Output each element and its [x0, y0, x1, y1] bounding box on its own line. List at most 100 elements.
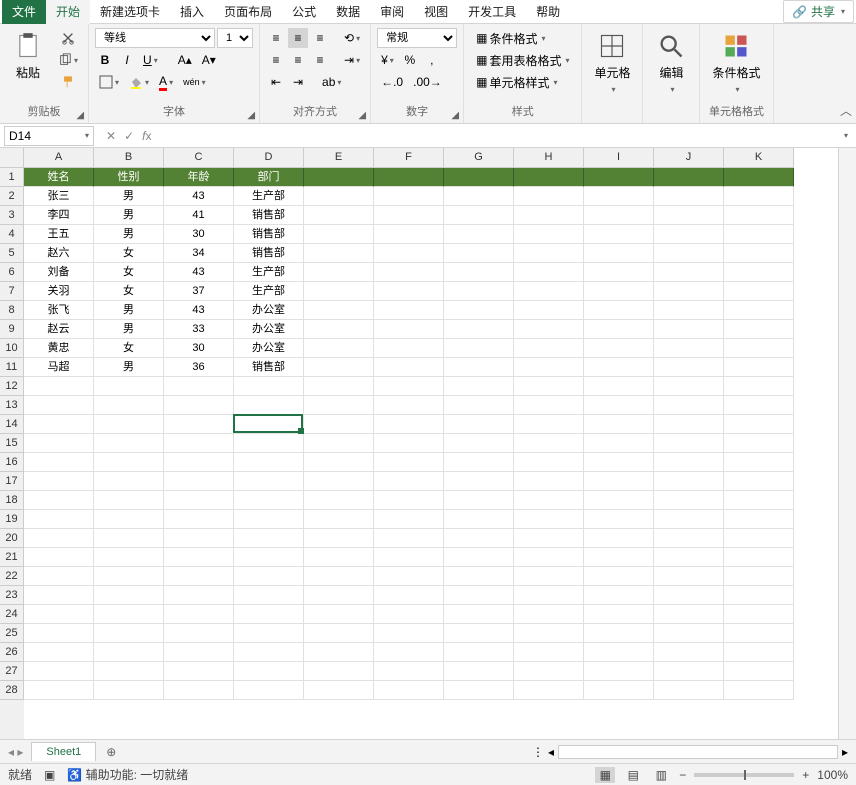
cell[interactable] [654, 510, 724, 529]
cell[interactable] [374, 548, 444, 567]
cell[interactable] [164, 491, 234, 510]
cell[interactable] [304, 662, 374, 681]
sheet-tab[interactable]: Sheet1 [31, 742, 96, 761]
cell[interactable]: 女 [94, 244, 164, 263]
cell[interactable] [654, 301, 724, 320]
cell[interactable] [374, 168, 444, 187]
cell[interactable] [444, 415, 514, 434]
decrease-font-button[interactable]: A▾ [198, 50, 220, 70]
border-button[interactable]: ▾ [95, 72, 123, 92]
cell[interactable] [584, 472, 654, 491]
cell[interactable] [444, 434, 514, 453]
cell[interactable] [514, 624, 584, 643]
page-layout-view-button[interactable]: ▤ [623, 767, 643, 783]
increase-font-button[interactable]: A▴ [174, 50, 196, 70]
row-header[interactable]: 19 [0, 510, 24, 529]
cell[interactable] [374, 301, 444, 320]
cell[interactable] [374, 282, 444, 301]
cell[interactable] [514, 510, 584, 529]
row-header[interactable]: 2 [0, 187, 24, 206]
cell[interactable] [164, 396, 234, 415]
cell[interactable] [234, 624, 304, 643]
cell[interactable] [444, 605, 514, 624]
cell[interactable] [584, 548, 654, 567]
cell[interactable] [94, 491, 164, 510]
col-header[interactable]: D [234, 148, 304, 168]
cell[interactable] [584, 244, 654, 263]
menu-home[interactable]: 开始 [46, 0, 90, 24]
col-header[interactable]: A [24, 148, 94, 168]
cell[interactable] [654, 681, 724, 700]
alignment-dialog-launcher[interactable]: ◢ [358, 110, 366, 121]
cell[interactable]: 办公室 [234, 301, 304, 320]
cell[interactable] [654, 225, 724, 244]
cell[interactable] [304, 624, 374, 643]
cell[interactable] [24, 624, 94, 643]
col-header[interactable]: C [164, 148, 234, 168]
cell[interactable] [444, 662, 514, 681]
cell-styles-button[interactable]: ▦ 单元格样式▾ [470, 72, 563, 92]
cell[interactable] [304, 168, 374, 187]
expand-formula-bar-button[interactable]: ▾ [836, 131, 856, 140]
cell[interactable]: 关羽 [24, 282, 94, 301]
cells-area[interactable]: 姓名性别年龄部门张三男43生产部李四男41销售部王五男30销售部赵六女34销售部… [24, 168, 794, 739]
cell[interactable] [724, 358, 794, 377]
cell[interactable]: 30 [164, 225, 234, 244]
bold-button[interactable]: B [95, 50, 115, 70]
cell[interactable] [24, 643, 94, 662]
cell[interactable] [584, 225, 654, 244]
cell[interactable] [724, 681, 794, 700]
cell[interactable] [374, 662, 444, 681]
cell[interactable] [514, 377, 584, 396]
menu-newtab[interactable]: 新建选项卡 [90, 0, 170, 24]
cell[interactable] [584, 187, 654, 206]
cell[interactable] [654, 567, 724, 586]
cell[interactable] [654, 358, 724, 377]
cell[interactable] [374, 510, 444, 529]
cell[interactable] [304, 586, 374, 605]
cell[interactable] [654, 206, 724, 225]
zoom-level[interactable]: 100% [817, 768, 848, 782]
tab-nav[interactable]: ◂ ▸ [0, 745, 31, 759]
cell[interactable] [234, 548, 304, 567]
cell[interactable] [234, 377, 304, 396]
menu-formulas[interactable]: 公式 [282, 0, 326, 24]
cell[interactable] [584, 434, 654, 453]
cell[interactable] [584, 168, 654, 187]
collapse-ribbon-button[interactable]: ︿ [840, 102, 852, 119]
cell[interactable]: 36 [164, 358, 234, 377]
cell[interactable] [654, 168, 724, 187]
cell[interactable] [164, 510, 234, 529]
cell[interactable] [514, 567, 584, 586]
cell[interactable] [724, 567, 794, 586]
cell[interactable] [724, 282, 794, 301]
col-header[interactable]: B [94, 148, 164, 168]
cell[interactable] [304, 206, 374, 225]
enter-formula-button[interactable]: ✓ [124, 129, 134, 143]
cell[interactable] [374, 244, 444, 263]
cell[interactable] [724, 605, 794, 624]
cell[interactable] [654, 662, 724, 681]
cell[interactable] [24, 491, 94, 510]
cell[interactable] [304, 263, 374, 282]
cell[interactable] [444, 282, 514, 301]
cell[interactable]: 销售部 [234, 358, 304, 377]
cell[interactable]: 30 [164, 339, 234, 358]
cell[interactable] [514, 339, 584, 358]
cell[interactable] [94, 472, 164, 491]
zoom-out-button[interactable]: − [679, 768, 686, 782]
cell[interactable] [654, 491, 724, 510]
cell[interactable] [164, 605, 234, 624]
cell[interactable] [24, 453, 94, 472]
cell[interactable] [164, 681, 234, 700]
cell[interactable] [444, 548, 514, 567]
row-header[interactable]: 12 [0, 377, 24, 396]
row-headers[interactable]: 1234567891011121314151617181920212223242… [0, 168, 24, 739]
cell[interactable]: 赵云 [24, 320, 94, 339]
row-header[interactable]: 11 [0, 358, 24, 377]
cell[interactable] [444, 377, 514, 396]
decrease-decimal-button[interactable]: .00→ [409, 72, 446, 92]
cell[interactable] [304, 510, 374, 529]
cell[interactable] [234, 491, 304, 510]
copy-button[interactable]: ▾ [54, 50, 82, 70]
